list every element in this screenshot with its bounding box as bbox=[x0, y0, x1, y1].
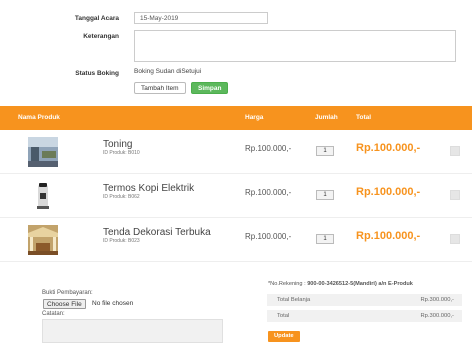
product-name: Toning bbox=[103, 139, 133, 150]
catatan-label: Catatan: bbox=[42, 311, 65, 317]
table-header: Nama Produk Harga Jumlah Total bbox=[0, 106, 472, 130]
keterangan-textarea[interactable] bbox=[134, 30, 456, 62]
header-harga: Harga bbox=[245, 114, 264, 121]
rekening-number: 900-00-3426512-5(Mandiri) a/n E-Produk bbox=[307, 281, 413, 287]
bukti-pembayaran-label: Bukti Pembayaran: bbox=[42, 290, 93, 296]
total-label: Total bbox=[277, 313, 290, 319]
product-id: ID Produk: B023 bbox=[103, 238, 140, 244]
product-price: Rp.100.000,- bbox=[245, 144, 292, 153]
update-button[interactable]: Update bbox=[268, 331, 300, 342]
quantity-input[interactable]: 1 bbox=[316, 234, 334, 244]
remove-item-button[interactable] bbox=[450, 190, 460, 200]
catatan-textarea[interactable] bbox=[42, 319, 223, 343]
product-id: ID Produk: B010 bbox=[103, 150, 140, 156]
total-belanja-row: Total Belanja Rp.300.000,- bbox=[267, 294, 462, 306]
simpan-button[interactable]: Simpan bbox=[191, 82, 229, 94]
product-price: Rp.100.000,- bbox=[245, 232, 292, 241]
rekening-prefix: *No.Rekening : bbox=[268, 281, 308, 287]
product-name: Termos Kopi Elektrik bbox=[103, 183, 195, 194]
product-id: ID Produk: B062 bbox=[103, 194, 140, 200]
table-row: Tenda Dekorasi Terbuka ID Produk: B023 R… bbox=[0, 218, 472, 262]
status-label: Status Boking bbox=[75, 70, 119, 77]
quantity-input[interactable]: 1 bbox=[316, 190, 334, 200]
quantity-input[interactable]: 1 bbox=[316, 146, 334, 156]
header-nama-produk: Nama Produk bbox=[18, 114, 60, 121]
remove-item-button[interactable] bbox=[450, 146, 460, 156]
product-image-termos bbox=[28, 181, 58, 211]
header-total: Total bbox=[356, 114, 372, 121]
header-jumlah: Jumlah bbox=[315, 114, 338, 121]
remove-item-button[interactable] bbox=[450, 234, 460, 244]
tanggal-input[interactable]: 15-May-2019 bbox=[134, 12, 268, 24]
product-total: Rp.100.000,- bbox=[356, 230, 421, 242]
table-row: Termos Kopi Elektrik ID Produk: B062 Rp.… bbox=[0, 174, 472, 218]
product-total: Rp.100.000,- bbox=[356, 186, 421, 198]
total-belanja-value: Rp.300.000,- bbox=[420, 297, 454, 303]
product-image-tenda bbox=[28, 225, 58, 255]
total-row: Total Rp.300.000,- bbox=[267, 310, 462, 322]
upload-area bbox=[42, 298, 223, 309]
rekening-info: *No.Rekening : 900-00-3426512-5(Mandiri)… bbox=[268, 281, 413, 287]
total-belanja-label: Total Belanja bbox=[277, 297, 311, 303]
table-row: Toning ID Produk: B010 Rp.100.000,- 1 Rp… bbox=[0, 130, 472, 174]
product-name: Tenda Dekorasi Terbuka bbox=[103, 227, 211, 238]
tanggal-label: Tanggal Acara bbox=[74, 15, 119, 22]
tambah-item-button[interactable]: Tambah Item bbox=[134, 82, 186, 94]
product-total: Rp.100.000,- bbox=[356, 142, 421, 154]
status-value: Boking Sudan diSetujui bbox=[134, 68, 202, 75]
keterangan-label: Keterangan bbox=[83, 33, 119, 40]
product-price: Rp.100.000,- bbox=[245, 188, 292, 197]
total-value: Rp.300.000,- bbox=[420, 313, 454, 319]
product-image-toning bbox=[28, 137, 58, 167]
